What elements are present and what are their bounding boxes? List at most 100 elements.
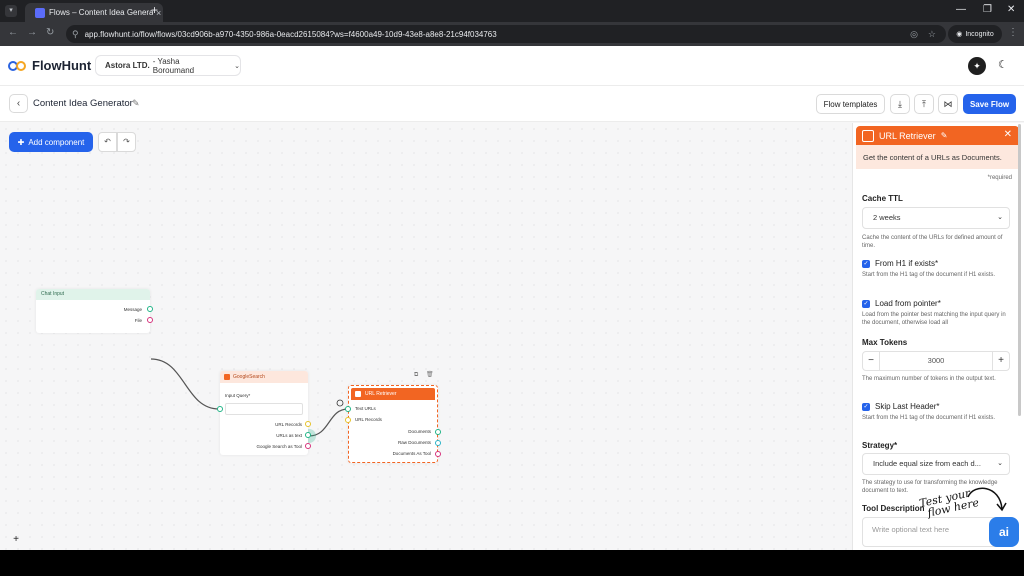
reload-icon[interactable]: ↻: [46, 27, 54, 38]
wire-urls-to-retriever: [308, 408, 349, 437]
url-retriever-title: URL Retriever: [365, 391, 397, 397]
node-toolbar: ⧉ 🗑: [414, 371, 434, 379]
tool-description-input[interactable]: Write optional text here: [862, 517, 1010, 547]
edit-title-pencil-icon[interactable]: ✎: [132, 98, 140, 109]
from-h1-label: From H1 if exists*: [875, 259, 939, 268]
url-retriever-header: URL Retriever: [351, 388, 435, 400]
restore-icon[interactable]: ❐: [983, 4, 992, 15]
output-label-google-search-tool: Google Search as Tool: [256, 444, 302, 449]
tool-description-label: Tool Description: [862, 504, 925, 513]
port-documents-as-tool[interactable]: [435, 451, 441, 457]
max-tokens-label: Max Tokens: [862, 338, 908, 347]
port-text-urls[interactable]: [345, 406, 351, 412]
tab-search-button[interactable]: ▾: [5, 5, 17, 17]
back-button[interactable]: ‹: [9, 94, 28, 113]
output-label-message: Message: [123, 307, 142, 312]
browser-menu-icon[interactable]: ⋮: [1008, 27, 1018, 38]
dark-mode-moon-icon[interactable]: ☾: [998, 58, 1008, 71]
cache-ttl-select[interactable]: 2 weeks ⌄: [862, 207, 1010, 229]
port-file[interactable]: [147, 317, 153, 323]
google-search-node[interactable]: GoogleSearch Input Query* URL Records UR…: [217, 371, 311, 455]
checkmark-icon: ✓: [862, 299, 870, 308]
cache-ttl-label: Cache TTL: [862, 194, 903, 203]
flowhunt-favicon-icon: [35, 7, 45, 18]
max-tokens-value[interactable]: 3000: [879, 352, 993, 370]
checkmark-icon: ✓: [862, 259, 870, 268]
url-retriever-icon: [355, 391, 361, 397]
port-in-url-records[interactable]: [345, 417, 351, 423]
edit-name-pencil-icon[interactable]: ✎: [941, 131, 948, 140]
copy-node-icon[interactable]: ⧉: [414, 372, 418, 378]
flow-templates-button[interactable]: Flow templates: [816, 94, 885, 114]
flowhunt-logo[interactable]: FlowHunt: [8, 58, 91, 73]
browser-tab[interactable]: Flows – Content Idea Generator ×: [25, 3, 163, 22]
skip-last-header-help: Start from the H1 tag of the document if…: [862, 415, 996, 421]
panel-title: URL Retriever: [879, 130, 936, 141]
upload-icon[interactable]: ⤒: [914, 94, 934, 114]
window-close-icon[interactable]: ✕: [1007, 4, 1015, 15]
plus-icon: ✚: [17, 137, 25, 147]
decrement-button[interactable]: −: [863, 352, 879, 370]
load-from-pointer-checkbox[interactable]: ✓ Load from pointer*: [862, 299, 941, 308]
port-documents[interactable]: [435, 429, 441, 435]
max-tokens-help: The maximum number of tokens in the outp…: [862, 376, 996, 382]
download-icon[interactable]: ⤓: [890, 94, 910, 114]
input-label-url-records: URL Records: [355, 417, 382, 422]
tab-title: Flows – Content Idea Generator: [49, 8, 153, 17]
chat-input-title: Chat Input: [36, 289, 150, 300]
input-query-field[interactable]: [225, 403, 303, 415]
undo-icon[interactable]: ↶: [98, 132, 117, 152]
cache-ttl-help: Cache the content of the URLs for define…: [862, 235, 1003, 249]
connection-wires: [150, 358, 349, 443]
strategy-label: Strategy*: [862, 441, 898, 450]
flowhunt-app: FlowHunt Astora LTD. - Yasha Boroumand ⌄…: [0, 46, 1024, 572]
user-avatar[interactable]: ✦: [968, 57, 986, 75]
port-url-records[interactable]: [305, 421, 311, 427]
incognito-badge[interactable]: ◉ Incognito: [948, 25, 1002, 43]
from-h1-checkbox[interactable]: ✓ From H1 if exists*: [862, 259, 938, 268]
redo-icon[interactable]: ↷: [117, 132, 136, 152]
from-h1-help: Start from the H1 tag of the document if…: [862, 272, 996, 278]
address-bar[interactable]: ⚲ app.flowhunt.io/flow/flows/03cd906b-a9…: [66, 25, 946, 43]
chat-input-node[interactable]: Chat Input Message File: [36, 289, 153, 333]
strategy-value: Include equal size from each d...: [873, 459, 981, 468]
output-label-url-records: URL Records: [275, 422, 302, 427]
increment-button[interactable]: +: [993, 352, 1009, 370]
output-label-urls-as-text: URLs as text: [276, 433, 302, 438]
url-text: app.flowhunt.io/flow/flows/03cd906b-a970…: [84, 29, 497, 39]
delete-node-icon[interactable]: 🗑: [426, 372, 434, 378]
max-tokens-stepper[interactable]: − 3000 +: [862, 351, 1010, 371]
new-tab-button[interactable]: +: [151, 3, 158, 17]
share-icon[interactable]: ⋈: [938, 94, 958, 114]
strategy-select[interactable]: Include equal size from each d... ⌄: [862, 453, 1010, 475]
app-header: FlowHunt Astora LTD. - Yasha Boroumand ⌄…: [0, 46, 1024, 86]
checkmark-icon: ✓: [862, 402, 870, 411]
panel-header: URL Retriever ✎ ✕: [856, 126, 1019, 145]
save-flow-button[interactable]: Save Flow: [963, 94, 1016, 114]
workspace-org: Astora LTD.: [105, 61, 150, 70]
zoom-in-icon[interactable]: +: [9, 533, 23, 546]
ai-chat-button[interactable]: ai: [989, 517, 1019, 547]
port-message[interactable]: [147, 306, 153, 312]
port-input-query[interactable]: [217, 406, 223, 412]
port-raw-documents[interactable]: [435, 440, 441, 446]
minimize-icon[interactable]: —: [956, 4, 966, 15]
url-retriever-node[interactable]: URL Retriever Text URLs URL Records Docu…: [345, 385, 441, 463]
flow-canvas[interactable]: ✚ Add component ↶ ↷ + − ⛶ ■ Chat Input M…: [0, 123, 852, 572]
load-from-pointer-help: Load from the pointer best matching the …: [862, 312, 1006, 326]
port-urls-as-text[interactable]: [305, 432, 311, 438]
workspace-selector[interactable]: Astora LTD. - Yasha Boroumand ⌄: [95, 55, 241, 76]
back-arrow-icon[interactable]: ←: [8, 27, 18, 38]
add-component-button[interactable]: ✚ Add component: [9, 132, 93, 152]
site-info-icon[interactable]: ⚲: [72, 29, 79, 40]
panel-scrollbar[interactable]: [1018, 124, 1021, 416]
skip-last-header-checkbox[interactable]: ✓ Skip Last Header*: [862, 402, 939, 411]
eye-off-icon[interactable]: ◎: [910, 29, 918, 40]
forward-arrow-icon[interactable]: →: [27, 27, 37, 38]
browser-toolbar: ← → ↻ ⚲ app.flowhunt.io/flow/flows/03cd9…: [0, 22, 1024, 46]
panel-description: Get the content of a URLs as Documents.: [856, 145, 1019, 169]
port-google-search-tool[interactable]: [305, 443, 311, 449]
incognito-icon: ◉: [956, 31, 963, 38]
panel-close-icon[interactable]: ✕: [1004, 129, 1012, 140]
bookmark-star-icon[interactable]: ☆: [928, 29, 936, 40]
